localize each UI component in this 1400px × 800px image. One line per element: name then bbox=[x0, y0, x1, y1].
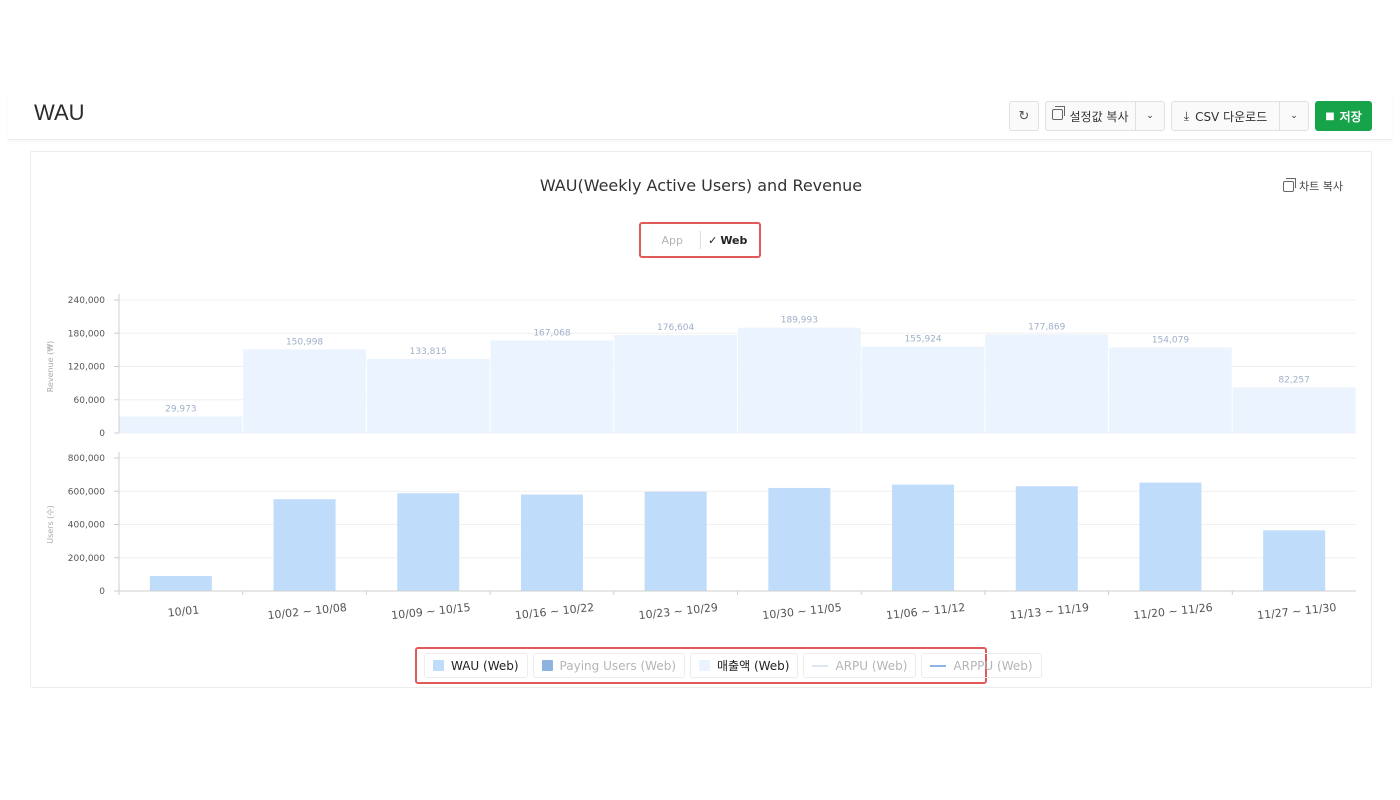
legend-item[interactable]: ARPPU (Web) bbox=[921, 653, 1042, 678]
x-tick-label: 10/16 ~ 10/22 bbox=[514, 601, 595, 622]
revenue-data-label: 155,924 bbox=[904, 335, 941, 345]
revenue-data-label: 133,815 bbox=[410, 347, 447, 357]
legend-label: ARPPU (Web) bbox=[953, 658, 1033, 673]
page-title: WAU bbox=[34, 100, 85, 125]
x-tick-label: 11/06 ~ 11/12 bbox=[885, 601, 966, 622]
combo-chart: 240,000 180,000 120,000 60,000 0 Revenue (₩) 2… bbox=[46, 294, 1356, 622]
x-tick-label: 11/20 ~ 11/26 bbox=[1133, 601, 1214, 622]
revenue-data-label: 177,869 bbox=[1028, 322, 1065, 332]
chevron-down-icon: ⌄ bbox=[1290, 111, 1298, 121]
legend-swatch bbox=[541, 660, 553, 671]
wau-bar bbox=[1139, 482, 1202, 591]
copy-icon bbox=[1052, 106, 1066, 123]
copy-settings-button[interactable]: 설정값 복사 bbox=[1045, 101, 1136, 131]
chart-legend: WAU (Web) Paying Users (Web) 매출액 (Web) ARPU… bbox=[415, 647, 1042, 684]
csv-download-label: CSV 다운로드 bbox=[1195, 109, 1268, 124]
revenue-data-label: 150,998 bbox=[286, 337, 323, 347]
legend-item[interactable]: 매출액 (Web) bbox=[690, 653, 799, 678]
legend-item[interactable]: WAU (Web) bbox=[424, 653, 528, 678]
refresh-icon: ↻ bbox=[1018, 108, 1030, 124]
legend-label: Paying Users (Web) bbox=[559, 658, 677, 673]
wau-bar bbox=[1015, 486, 1078, 591]
revenue-data-label: 29,973 bbox=[165, 404, 197, 414]
y-tick-label: 60,000 bbox=[74, 396, 106, 406]
save-label: 저장 bbox=[1339, 109, 1362, 124]
x-tick-label: 10/09 ~ 10/15 bbox=[391, 601, 472, 622]
y-tick-label: 0 bbox=[99, 587, 105, 597]
revenue-bar bbox=[738, 327, 861, 433]
legend-item[interactable]: ARPU (Web) bbox=[803, 653, 917, 678]
y-tick-label: 0 bbox=[99, 429, 105, 439]
legend-swatch bbox=[699, 660, 711, 671]
chevron-down-icon: ⌄ bbox=[1146, 111, 1154, 121]
legend-item[interactable]: Paying Users (Web) bbox=[532, 653, 686, 678]
x-tick-label: 10/23 ~ 10/29 bbox=[638, 601, 719, 622]
revenue-data-label: 154,079 bbox=[1152, 336, 1189, 346]
wau-bar bbox=[520, 494, 583, 591]
refresh-button[interactable]: ↻ bbox=[1009, 101, 1039, 131]
y-tick-label: 180,000 bbox=[68, 329, 105, 339]
wau-bar bbox=[768, 487, 831, 591]
legend-label: WAU (Web) bbox=[451, 658, 519, 673]
revenue-bar bbox=[861, 346, 985, 433]
revenue-data-label: 167,068 bbox=[533, 328, 570, 338]
revenue-bar bbox=[1232, 387, 1356, 433]
revenue-bar bbox=[366, 358, 490, 433]
y-axis-label: Revenue (₩) bbox=[46, 341, 55, 393]
wau-bar bbox=[644, 491, 707, 591]
toolbar: ↻ 설정값 복사 ⌄ ⤓ CSV 다운로드 ⌄ ■ 저장 bbox=[1009, 101, 1372, 131]
wau-bar bbox=[397, 493, 460, 591]
csv-download-group: ⤓ CSV 다운로드 ⌄ bbox=[1171, 101, 1309, 131]
revenue-bar bbox=[490, 340, 614, 433]
revenue-bar bbox=[243, 349, 366, 433]
y-tick-label: 400,000 bbox=[68, 521, 105, 531]
x-tick-label: 10/01 bbox=[167, 603, 200, 619]
panel-0: 240,000 180,000 120,000 60,000 0 Revenue (₩) 2… bbox=[46, 294, 1356, 439]
x-tick-label: 10/02 ~ 10/08 bbox=[267, 601, 348, 622]
revenue-data-label: 189,993 bbox=[781, 316, 818, 326]
revenue-bar bbox=[1109, 347, 1232, 433]
download-icon: ⤓ bbox=[1183, 108, 1190, 123]
revenue-data-label: 82,257 bbox=[1278, 375, 1310, 385]
save-icon: ■ bbox=[1325, 110, 1335, 122]
legend-line-swatch bbox=[812, 664, 829, 667]
wau-bar bbox=[892, 484, 955, 591]
y-tick-label: 800,000 bbox=[68, 454, 105, 464]
csv-download-dropdown[interactable]: ⌄ bbox=[1280, 101, 1309, 131]
wau-bar bbox=[273, 499, 336, 591]
legend-line-swatch bbox=[930, 664, 947, 667]
copy-settings-dropdown[interactable]: ⌄ bbox=[1136, 101, 1165, 131]
wau-bar bbox=[1263, 530, 1326, 591]
copy-settings-label: 설정값 복사 bbox=[1069, 109, 1129, 124]
revenue-bar bbox=[985, 334, 1109, 433]
x-tick-label: 11/13 ~ 11/19 bbox=[1009, 601, 1090, 622]
y-tick-label: 200,000 bbox=[68, 554, 105, 564]
save-button[interactable]: ■ 저장 bbox=[1315, 101, 1372, 131]
y-axis-label: Users (수) bbox=[46, 505, 55, 544]
revenue-bar bbox=[119, 416, 243, 433]
y-tick-label: 240,000 bbox=[68, 296, 105, 306]
legend-swatch bbox=[433, 660, 444, 671]
revenue-data-label: 176,604 bbox=[657, 323, 694, 333]
copy-settings-group: 설정값 복사 ⌄ bbox=[1045, 101, 1165, 131]
y-tick-label: 120,000 bbox=[68, 363, 105, 373]
x-tick-label: 10/30 ~ 11/05 bbox=[762, 601, 843, 622]
chart-card: WAU(Weekly Active Users) and Revenue 차트 … bbox=[30, 151, 1372, 688]
wau-bar bbox=[149, 576, 212, 591]
legend-label: 매출액 (Web) bbox=[717, 659, 790, 673]
x-tick-label: 11/27 ~ 11/30 bbox=[1257, 601, 1338, 622]
revenue-bar bbox=[614, 335, 737, 433]
page-header: WAU ↻ 설정값 복사 ⌄ ⤓ CSV 다운로드 ⌄ ■ 저장 bbox=[8, 90, 1392, 140]
y-tick-label: 600,000 bbox=[68, 487, 105, 497]
csv-download-button[interactable]: ⤓ CSV 다운로드 bbox=[1171, 101, 1280, 131]
panel-1: 800,000 600,000 400,000 200,000 0 Users (수) 10… bbox=[46, 452, 1356, 622]
legend-label: ARPU (Web) bbox=[835, 658, 908, 673]
